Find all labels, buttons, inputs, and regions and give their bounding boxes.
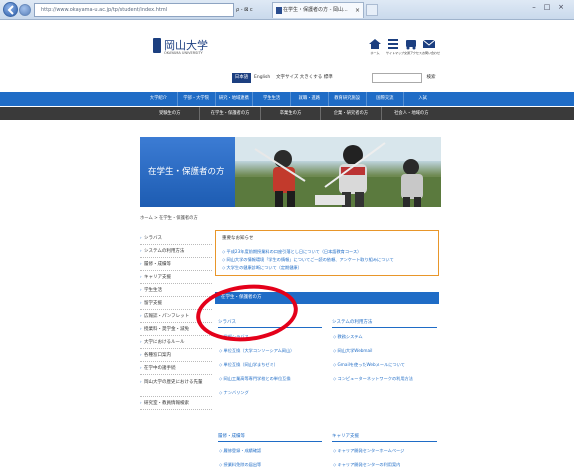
nav-item-admissions[interactable]: 入試 — [404, 92, 441, 106]
font-size-controls[interactable]: 文字サイズ 大きくする 標準 — [276, 73, 333, 83]
career-link[interactable]: ◇ キャリア開発センターの利用案内 — [333, 462, 400, 468]
primary-nav: 大学紹介 学部・大学院 研究・地域連携 学生生活 就職・進路 教育研究施設 国際… — [140, 92, 441, 106]
nav-item-student-life[interactable]: 学生生活 — [253, 92, 291, 106]
sidebar-item-rules[interactable]: › 大学におけるルール — [140, 336, 212, 349]
grades-heading: 履修・成績等 — [218, 432, 322, 442]
sidebar-item-career[interactable]: › キャリア支援 — [140, 271, 212, 284]
syllabus-link[interactable]: ◇ 単位互換（岡山学まちゼミ） — [219, 362, 278, 368]
nav-item-community[interactable]: 社会人・地域の方 — [382, 107, 441, 120]
contact-link[interactable]: お問い合わせ — [422, 38, 440, 55]
sidebar-item-history[interactable]: › 岡山大学の歴史における先輩 — [140, 375, 212, 397]
search-input[interactable] — [372, 73, 422, 83]
grades-link[interactable]: ◇ 履修登録・成績確認 — [219, 448, 261, 454]
sitemap-icon — [388, 39, 398, 49]
minimize-button[interactable]: – — [528, 2, 540, 12]
language-japanese[interactable]: 日本語 — [232, 73, 251, 83]
nav-item-faculties[interactable]: 学部・大学院 — [178, 92, 216, 106]
arrow-left-icon — [7, 5, 14, 15]
contact-icon — [422, 39, 436, 48]
hero-title-panel: 在学生・保護者の方 — [140, 137, 235, 207]
close-button[interactable]: × — [555, 2, 567, 12]
notice-title: 重要なお知らせ — [222, 236, 254, 241]
sidebar-item-contacts[interactable]: › 各種窓口案内 — [140, 349, 212, 362]
lacrosse-players-image — [235, 137, 441, 207]
sitemap-link[interactable]: サイトマップ — [386, 38, 404, 55]
notice-link[interactable]: ◇ 平成23年度前期授業料の口座引落とし日について（日本語教育コース） — [222, 249, 361, 255]
university-logo-subtext: OKAYAMA UNIVERSITY — [164, 51, 203, 55]
address-controls[interactable]: ρ - ⊠ c — [236, 3, 270, 17]
home-icon — [369, 39, 381, 49]
sidebar-item-systems[interactable]: › システムの利用方法 — [140, 245, 212, 258]
notice-link[interactable]: ◇ 岡山大学の情報環境「学生の情報」についてご一読の依頼、アンケート取り組みにつ… — [222, 257, 394, 263]
career-heading: キャリア支援 — [332, 432, 437, 442]
forward-button[interactable] — [19, 4, 31, 16]
nav-item-students-parents[interactable]: 在学生・保護者の方 — [200, 107, 261, 120]
hero-photo — [235, 137, 441, 207]
systems-link[interactable]: ◇ 教務システム — [333, 334, 363, 340]
nav-item-companies[interactable]: 企業・研究者の方 — [321, 107, 382, 120]
nav-item-international[interactable]: 国際交流 — [367, 92, 405, 106]
career-link[interactable]: ◇ キャリア開発センターホームページ — [333, 448, 404, 454]
nav-item-about[interactable]: 大学紹介 — [140, 92, 178, 106]
systems-link[interactable]: ◇ コンピューターネットワークの利用方法 — [333, 376, 413, 382]
sidebar-item-faculty-search[interactable]: › 研究室・教員情報検索 — [140, 397, 212, 410]
secondary-nav: 受験生の方 在学生・保護者の方 卒業生の方 企業・研究者の方 社会人・地域の方 — [140, 107, 441, 120]
nav-item-alumni[interactable]: 卒業生の方 — [261, 107, 322, 120]
new-tab-button[interactable] — [366, 4, 378, 16]
grades-link[interactable]: ◇ 授業料免除の届出等 — [219, 462, 261, 468]
nav-item-careers[interactable]: 就職・進路 — [291, 92, 329, 106]
search-button[interactable]: 検索 — [424, 73, 438, 83]
browser-toolbar: http://www.okayama-u.ac.jp/tp/student/in… — [0, 0, 574, 20]
maximize-button[interactable]: □ — [541, 2, 553, 12]
nav-item-research[interactable]: 研究・地域連携 — [216, 92, 254, 106]
nav-item-applicants[interactable]: 受験生の方 — [140, 107, 201, 120]
tab-title: 在学生・保護者の方 - 岡山... — [283, 7, 348, 13]
syllabus-link[interactable]: ◇ 単位互換（大学コンソーシアム岡山） — [219, 348, 294, 354]
language-english[interactable]: English — [254, 73, 270, 83]
access-link[interactable]: 交通アクセス — [404, 38, 422, 55]
address-bar[interactable]: http://www.okayama-u.ac.jp/tp/student/in… — [34, 3, 234, 17]
browser-tab[interactable]: 在学生・保護者の方 - 岡山... × — [272, 2, 364, 18]
browser-window: http://www.okayama-u.ac.jp/tp/student/in… — [0, 0, 574, 475]
sidebar-item-syllabus[interactable]: › シラバス — [140, 232, 212, 245]
home-link[interactable]: ホーム — [368, 38, 382, 55]
back-button[interactable] — [3, 2, 18, 17]
tab-close-button[interactable]: × — [355, 3, 360, 18]
hero-title: 在学生・保護者の方 — [148, 167, 225, 177]
nav-item-facilities[interactable]: 教育研究施設 — [329, 92, 367, 106]
university-logo-mark[interactable] — [153, 38, 161, 53]
systems-link[interactable]: ◇ 岡山大学Webmail — [333, 348, 372, 354]
syllabus-link[interactable]: ◇ 岡山工業高等専門学校との単位互換 — [219, 376, 291, 382]
access-icon — [406, 40, 416, 50]
important-notice-box: 重要なお知らせ ◇ 平成23年度前期授業料の口座引落とし日について（日本語教育コ… — [215, 230, 439, 276]
sidebar-item-procedures[interactable]: › 在学中の諸手続 — [140, 362, 212, 375]
sidebar-item-grades[interactable]: › 履修・成績等 — [140, 258, 212, 271]
breadcrumb[interactable]: ホーム > 在学生・保護者の方 — [140, 215, 198, 221]
systems-heading: システムの利用方法 — [332, 318, 437, 328]
sidebar-item-student-life[interactable]: › 学生生活 — [140, 284, 212, 297]
favicon-icon — [276, 7, 282, 14]
syllabus-link[interactable]: ◇ ナンバリング — [219, 390, 249, 396]
hero-banner: 在学生・保護者の方 — [140, 137, 441, 207]
systems-link[interactable]: ◇ Gmailを使ったWebメールについて — [333, 362, 405, 368]
notice-link[interactable]: ◇ 大学生の健康診断について（定期健康） — [222, 265, 302, 271]
